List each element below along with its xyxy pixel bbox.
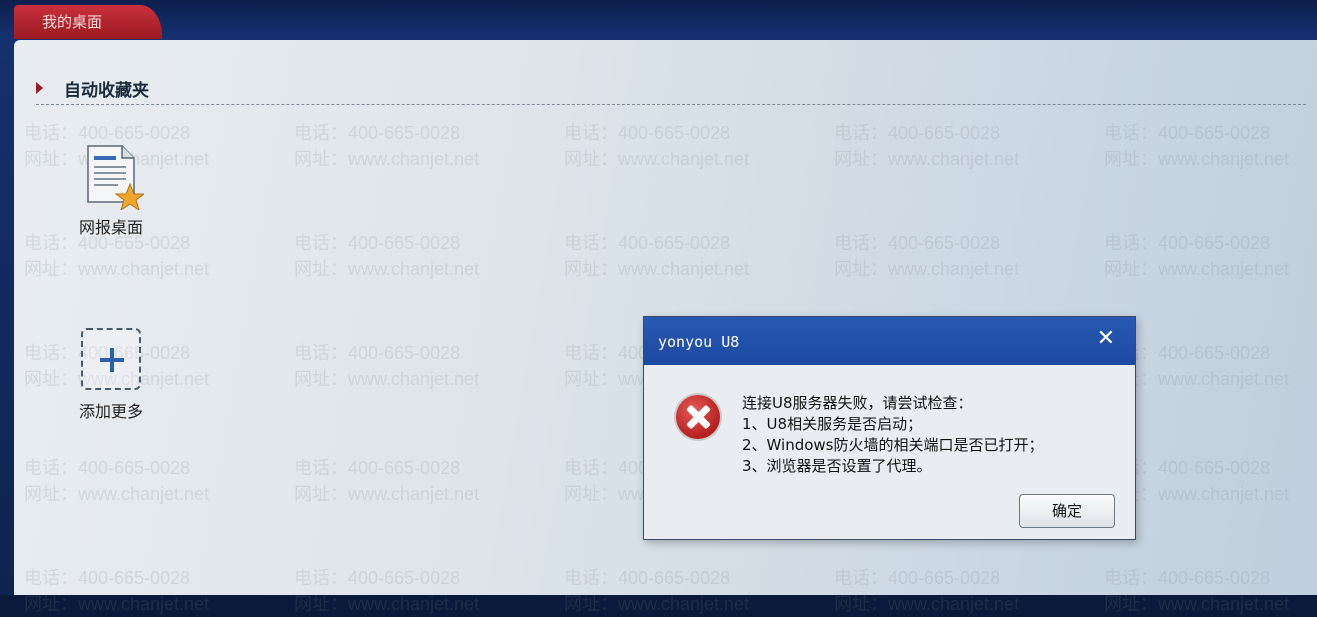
watermark-phone: 电话：400-665-0028 bbox=[24, 458, 191, 478]
ok-button[interactable]: 确定 bbox=[1019, 494, 1115, 528]
watermark-text: 电话：400-665-0028 网址：www.chanjet.net bbox=[564, 120, 749, 172]
watermark-phone: 电话：400-665-0028 bbox=[564, 123, 731, 143]
watermark-site: 网址：www.chanjet.net bbox=[1104, 149, 1290, 169]
watermark-text: 电话：400-665-0028 网址：www.chanjet.net bbox=[834, 120, 1019, 172]
watermark-phone: 电话：400-665-0028 bbox=[1104, 568, 1271, 588]
error-icon bbox=[676, 395, 720, 439]
watermark-site: 网址：www.chanjet.net bbox=[834, 149, 1020, 169]
watermark-site: 网址：www.chanjet.net bbox=[1104, 259, 1290, 279]
watermark-phone: 电话：400-665-0028 bbox=[294, 568, 461, 588]
watermark-phone: 电话：400-665-0028 bbox=[564, 233, 731, 253]
shortcut-label: 网报桌面 bbox=[78, 218, 143, 237]
watermark-phone: 电话：400-665-0028 bbox=[294, 343, 461, 363]
watermark-text: 电话：400-665-0028网址：www.chanjet.net bbox=[1104, 565, 1289, 617]
message-line: 1、U8相关服务是否启动； bbox=[742, 415, 923, 433]
watermark-phone: 电话：400-665-0028 bbox=[24, 568, 191, 588]
watermark-text: 电话：400-665-0028网址：www.chanjet.net bbox=[564, 565, 749, 617]
watermark-site: 网址：www.chanjet.net bbox=[294, 149, 480, 169]
watermark-site: 网址：www.chanjet.net bbox=[834, 259, 1020, 279]
watermark-phone: 电话：400-665-0028 bbox=[834, 123, 1001, 143]
document-star-icon bbox=[84, 144, 146, 212]
error-dialog: yonyou U8 ✕ 连接U8服务器失败，请尝试检查： 1、U8相关服务是否启… bbox=[643, 316, 1136, 540]
watermark-phone: 电话：400-665-0028 bbox=[24, 123, 191, 143]
message-line: 3、浏览器是否设置了代理。 bbox=[742, 457, 932, 475]
watermark-phone: 电话：400-665-0028 bbox=[294, 123, 461, 143]
watermark-text: 电话：400-665-0028 网址：www.chanjet.net bbox=[294, 455, 479, 507]
dialog-titlebar[interactable]: yonyou U8 ✕ bbox=[644, 317, 1135, 365]
watermark-text: 电话：400-665-0028 网址：www.chanjet.net bbox=[1104, 120, 1289, 172]
watermark-site: 网址：www.chanjet.net bbox=[294, 484, 480, 504]
shortcut-web-report-desktop[interactable]: 网报桌面 bbox=[66, 144, 156, 238]
watermark-text: 电话：400-665-0028网址：www.chanjet.net bbox=[834, 565, 1019, 617]
shortcut-label: 添加更多 bbox=[78, 402, 143, 421]
plus-icon bbox=[81, 328, 141, 390]
dialog-title: yonyou U8 bbox=[658, 333, 740, 351]
watermark-site: 网址：www.chanjet.net bbox=[564, 259, 750, 279]
close-icon[interactable]: ✕ bbox=[1097, 326, 1115, 351]
dialog-message: 连接U8服务器失败，请尝试检查： 1、U8相关服务是否启动； 2、Windows… bbox=[742, 393, 1044, 477]
watermark-phone: 电话：400-665-0028 bbox=[1104, 233, 1271, 253]
watermark-text: 电话：400-665-0028 网址：www.chanjet.net bbox=[294, 120, 479, 172]
message-line: 连接U8服务器失败，请尝试检查： bbox=[742, 394, 973, 412]
watermark-phone: 电话：400-665-0028 bbox=[834, 568, 1001, 588]
watermark-phone: 电话：400-665-0028 bbox=[834, 233, 1001, 253]
tab-my-desktop[interactable]: 我的桌面 bbox=[14, 5, 162, 39]
watermark-text: 电话：400-665-0028 网址：www.chanjet.net bbox=[294, 230, 479, 282]
watermark-text: 电话：400-665-0028 网址：www.chanjet.net bbox=[24, 455, 209, 507]
watermark-site: 网址：www.chanjet.net bbox=[294, 369, 480, 389]
watermark-site: 网址：www.chanjet.net bbox=[564, 149, 750, 169]
watermark-text: 电话：400-665-0028 网址：www.chanjet.net bbox=[294, 340, 479, 392]
watermark-site: 网址：www.chanjet.net bbox=[294, 259, 480, 279]
desktop-screen: 我的桌面 电话：400-665-0028 网址：www.chanjet.net 电话… bbox=[0, 0, 1317, 614]
watermark-phone: 电话：400-665-0028 bbox=[294, 458, 461, 478]
shortcut-add-more[interactable]: 添加更多 bbox=[66, 328, 156, 422]
watermark-text: 电话：400-665-0028 网址：www.chanjet.net bbox=[564, 230, 749, 282]
section-title: 自动收藏夹 bbox=[64, 81, 149, 101]
watermark-site: 网址：www.chanjet.net bbox=[24, 484, 210, 504]
watermark-phone: 电话：400-665-0028 bbox=[564, 568, 731, 588]
section-header: 自动收藏夹 bbox=[36, 74, 1306, 105]
watermark-site: 网址：www.chanjet.net bbox=[24, 259, 210, 279]
watermark-text: 电话：400-665-0028网址：www.chanjet.net bbox=[294, 565, 479, 617]
watermark-phone: 电话：400-665-0028 bbox=[1104, 123, 1271, 143]
triangle-arrow-icon bbox=[36, 82, 43, 94]
watermark-text: 电话：400-665-0028 网址：www.chanjet.net bbox=[1104, 230, 1289, 282]
message-line: 2、Windows防火墙的相关端口是否已打开； bbox=[742, 436, 1044, 454]
watermark-text: 电话：400-665-0028网址：www.chanjet.net bbox=[24, 565, 209, 617]
watermark-phone: 电话：400-665-0028 bbox=[294, 233, 461, 253]
watermark-text: 电话：400-665-0028 网址：www.chanjet.net bbox=[834, 230, 1019, 282]
